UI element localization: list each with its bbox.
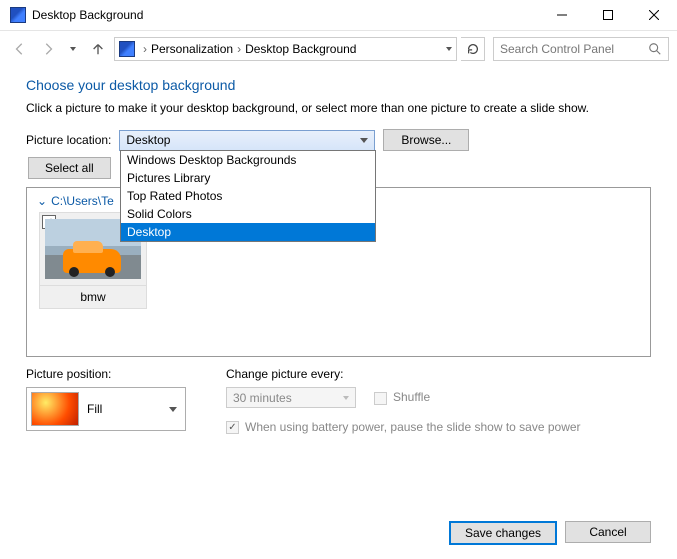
shuffle-checkbox: Shuffle (374, 390, 430, 404)
picture-location-dropdown: Windows Desktop Backgrounds Pictures Lib… (120, 150, 376, 242)
picture-location-value: Desktop (126, 133, 170, 147)
breadcrumb-desktop-background[interactable]: Desktop Background (245, 42, 356, 56)
picture-position-value: Fill (87, 402, 102, 416)
browse-button[interactable]: Browse... (383, 129, 469, 151)
cancel-button[interactable]: Cancel (565, 521, 651, 543)
search-icon (648, 42, 662, 56)
folder-path: C:\Users\Te (51, 194, 114, 208)
save-changes-button[interactable]: Save changes (449, 521, 557, 545)
page-subtitle: Click a picture to make it your desktop … (26, 101, 651, 115)
thumbnail-label: bmw (39, 286, 147, 309)
footer-buttons: Save changes Cancel (449, 521, 651, 545)
picture-position-combo[interactable]: Fill (26, 387, 186, 431)
position-preview-icon (31, 392, 79, 426)
page-title: Choose your desktop background (26, 77, 651, 93)
minimize-button[interactable] (539, 0, 585, 30)
search-placeholder: Search Control Panel (500, 42, 614, 56)
chevron-right-icon: › (237, 42, 241, 56)
search-input[interactable]: Search Control Panel (493, 37, 669, 61)
option-desktop[interactable]: Desktop (121, 223, 375, 241)
chevron-down-icon: ⌄ (37, 194, 47, 208)
chevron-down-icon (169, 407, 177, 412)
option-solid-colors[interactable]: Solid Colors (121, 205, 375, 223)
close-button[interactable] (631, 0, 677, 30)
title-bar: Desktop Background (0, 0, 677, 31)
select-all-button[interactable]: Select all (28, 157, 111, 179)
window-title: Desktop Background (32, 8, 539, 22)
option-pictures-library[interactable]: Pictures Library (121, 169, 375, 187)
change-every-label: Change picture every: (226, 367, 651, 381)
picture-location-combo[interactable]: Desktop (119, 130, 375, 151)
forward-button[interactable] (36, 37, 60, 61)
checkbox-icon (226, 421, 239, 434)
chevron-down-icon (360, 138, 368, 143)
chevron-down-icon (343, 396, 349, 400)
change-every-combo: 30 minutes (226, 387, 356, 408)
option-windows-desktop-backgrounds[interactable]: Windows Desktop Backgrounds (121, 151, 375, 169)
chevron-down-icon[interactable] (446, 47, 452, 51)
breadcrumb-personalization[interactable]: Personalization (151, 42, 233, 56)
history-dropdown[interactable] (64, 37, 82, 61)
picture-position-label: Picture position: (26, 367, 186, 381)
navigation-bar: › Personalization › Desktop Background S… (0, 31, 677, 67)
app-icon (10, 7, 26, 23)
checkbox-icon (374, 392, 387, 405)
picture-location-label: Picture location: (26, 133, 111, 147)
battery-checkbox: When using battery power, pause the slid… (226, 420, 651, 434)
maximize-button[interactable] (585, 0, 631, 30)
bottom-controls: Picture position: Fill Change picture ev… (0, 357, 677, 434)
address-bar[interactable]: › Personalization › Desktop Background (114, 37, 457, 61)
location-icon (119, 41, 135, 57)
main-content: Choose your desktop background Click a p… (0, 67, 677, 357)
change-every-value: 30 minutes (233, 391, 292, 405)
up-button[interactable] (86, 37, 110, 61)
chevron-right-icon: › (143, 42, 147, 56)
refresh-button[interactable] (461, 37, 485, 61)
option-top-rated-photos[interactable]: Top Rated Photos (121, 187, 375, 205)
back-button[interactable] (8, 37, 32, 61)
